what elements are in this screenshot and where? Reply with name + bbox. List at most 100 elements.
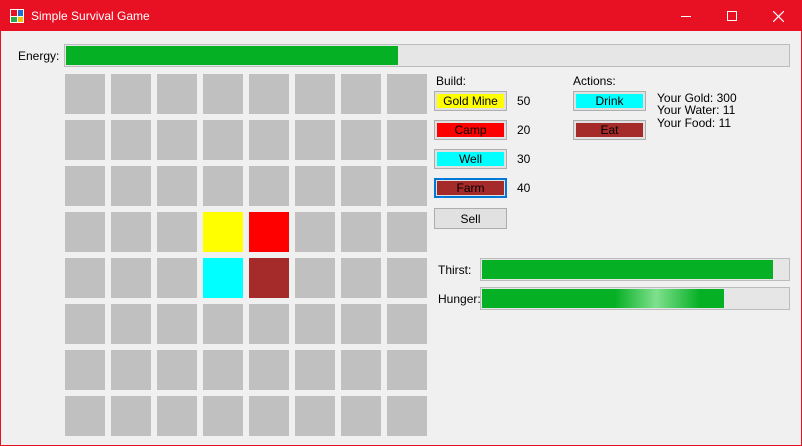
grid-cell[interactable] [249,166,289,206]
grid-cell[interactable] [387,396,427,436]
grid-cell[interactable] [203,304,243,344]
grid-cell[interactable] [65,212,105,252]
grid-cell[interactable] [295,396,335,436]
grid-cell[interactable] [203,396,243,436]
game-grid [65,74,429,438]
grid-cell[interactable] [65,350,105,390]
grid-cell-gold-mine[interactable] [203,212,243,252]
build-well-button[interactable]: Well [434,149,507,169]
grid-cell[interactable] [341,74,381,114]
build-button-label: Well [458,152,483,166]
grid-cell[interactable] [295,304,335,344]
grid-cell-well[interactable] [203,258,243,298]
grid-cell[interactable] [341,396,381,436]
app-icon [10,9,24,23]
grid-cell[interactable] [295,350,335,390]
build-button-face: Camp [437,123,504,137]
grid-cell[interactable] [387,74,427,114]
grid-cell[interactable] [157,74,197,114]
drink-button[interactable]: Drink [573,91,646,111]
hunger-label: Hunger: [438,292,481,306]
grid-cell[interactable] [249,350,289,390]
maximize-button[interactable] [709,1,755,31]
close-icon [772,10,784,22]
grid-cell[interactable] [111,396,151,436]
grid-cell[interactable] [341,120,381,160]
grid-cell[interactable] [387,304,427,344]
grid-cell[interactable] [203,120,243,160]
drink-button-face: Drink [576,94,643,108]
title-bar[interactable]: Simple Survival Game [1,1,801,31]
grid-cell[interactable] [111,212,151,252]
minimize-icon [681,16,691,17]
grid-cell[interactable] [157,120,197,160]
grid-cell[interactable] [157,258,197,298]
window-title: Simple Survival Game [31,9,150,23]
grid-cell[interactable] [157,166,197,206]
grid-cell[interactable] [111,350,151,390]
close-button[interactable] [755,1,801,31]
game-window: Simple Survival Game Energy: Build: Gold… [0,0,802,446]
grid-cell[interactable] [295,212,335,252]
grid-cell[interactable] [249,74,289,114]
grid-cell[interactable] [203,166,243,206]
grid-cell[interactable] [157,396,197,436]
grid-cell[interactable] [341,166,381,206]
grid-cell[interactable] [295,74,335,114]
grid-cell[interactable] [249,396,289,436]
thirst-label: Thirst: [438,263,472,277]
grid-cell[interactable] [341,212,381,252]
build-button-label: Camp [454,123,487,137]
grid-cell[interactable] [341,304,381,344]
grid-cell[interactable] [65,304,105,344]
grid-cell[interactable] [65,396,105,436]
grid-cell[interactable] [111,120,151,160]
build-camp-button[interactable]: Camp [434,120,507,140]
grid-cell[interactable] [157,350,197,390]
grid-cell[interactable] [111,304,151,344]
grid-cell[interactable] [111,258,151,298]
thirst-progress-bar [480,258,790,281]
grid-cell-camp[interactable] [249,212,289,252]
grid-cell[interactable] [387,120,427,160]
grid-cell[interactable] [65,258,105,298]
grid-cell[interactable] [387,258,427,298]
grid-cell[interactable] [341,350,381,390]
hunger-progress-bar [480,287,790,310]
energy-label: Energy: [18,49,60,63]
grid-cell[interactable] [295,120,335,160]
grid-cell[interactable] [341,258,381,298]
grid-cell[interactable] [203,350,243,390]
grid-cell[interactable] [295,258,335,298]
build-farm-button[interactable]: Farm [434,178,507,198]
food-stat: Your Food: 11 [657,116,732,130]
sell-button[interactable]: Sell [434,208,507,229]
energy-progress-bar [64,44,790,67]
grid-cell[interactable] [65,74,105,114]
minimize-button[interactable] [663,1,709,31]
grid-cell[interactable] [387,350,427,390]
hunger-progress-fill [482,289,724,308]
build-cost: 30 [517,152,531,166]
grid-cell[interactable] [157,212,197,252]
grid-cell[interactable] [111,74,151,114]
build-cost: 20 [517,123,531,137]
build-button-label: Farm [456,181,485,195]
thirst-progress-fill [482,260,773,279]
grid-cell[interactable] [65,120,105,160]
grid-cell[interactable] [65,166,105,206]
grid-cell[interactable] [111,166,151,206]
build-gold-mine-button[interactable]: Gold Mine [434,91,507,111]
grid-cell-farm[interactable] [249,258,289,298]
water-stat: Your Water: 11 [657,103,736,117]
eat-button-face: Eat [576,123,643,137]
build-cost: 50 [517,94,531,108]
grid-cell[interactable] [387,166,427,206]
eat-button[interactable]: Eat [573,120,646,140]
grid-cell[interactable] [157,304,197,344]
grid-cell[interactable] [249,304,289,344]
grid-cell[interactable] [387,212,427,252]
grid-cell[interactable] [295,166,335,206]
grid-cell[interactable] [203,74,243,114]
grid-cell[interactable] [249,120,289,160]
